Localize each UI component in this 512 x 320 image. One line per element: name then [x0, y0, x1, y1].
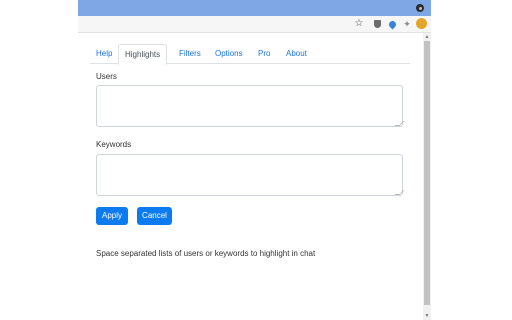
users-label: Users: [96, 72, 117, 81]
tab-options[interactable]: Options: [209, 44, 249, 64]
apply-button[interactable]: Apply: [96, 207, 128, 225]
help-text: Space separated lists of users or keywor…: [96, 249, 316, 258]
tab-highlights[interactable]: Highlights: [118, 44, 168, 65]
shield-icon[interactable]: [372, 19, 382, 29]
title-bar: [78, 0, 431, 16]
screen: ☆ ✦ Help Highlights Filters Options Pro …: [0, 0, 512, 320]
keywords-textarea[interactable]: [96, 154, 403, 196]
tab-bar: Help Highlights Filters Options Pro Abou…: [90, 44, 410, 65]
scroll-up-icon[interactable]: ▲: [424, 34, 430, 40]
cancel-button[interactable]: Cancel: [137, 207, 172, 225]
tab-pro[interactable]: Pro: [252, 44, 276, 64]
users-textarea[interactable]: [96, 85, 403, 127]
avatar-icon[interactable]: [416, 18, 427, 29]
window-control-icon[interactable]: [416, 4, 424, 12]
keywords-label: Keywords: [96, 140, 132, 149]
extension-page: Help Highlights Filters Options Pro Abou…: [78, 33, 423, 320]
tab-help[interactable]: Help: [90, 44, 118, 64]
scrollbar-thumb[interactable]: [424, 41, 430, 305]
drop-icon[interactable]: [387, 19, 397, 29]
scroll-down-icon[interactable]: ▼: [424, 313, 430, 319]
browser-window: ☆ ✦ Help Highlights Filters Options Pro …: [78, 0, 431, 320]
tab-about[interactable]: About: [280, 44, 313, 64]
star-icon[interactable]: ☆: [354, 19, 364, 29]
puzzle-icon[interactable]: ✦: [402, 19, 412, 29]
tab-filters[interactable]: Filters: [173, 44, 207, 64]
vertical-scrollbar[interactable]: ▲ ▼: [423, 33, 431, 320]
browser-toolbar: ☆ ✦: [78, 16, 431, 33]
